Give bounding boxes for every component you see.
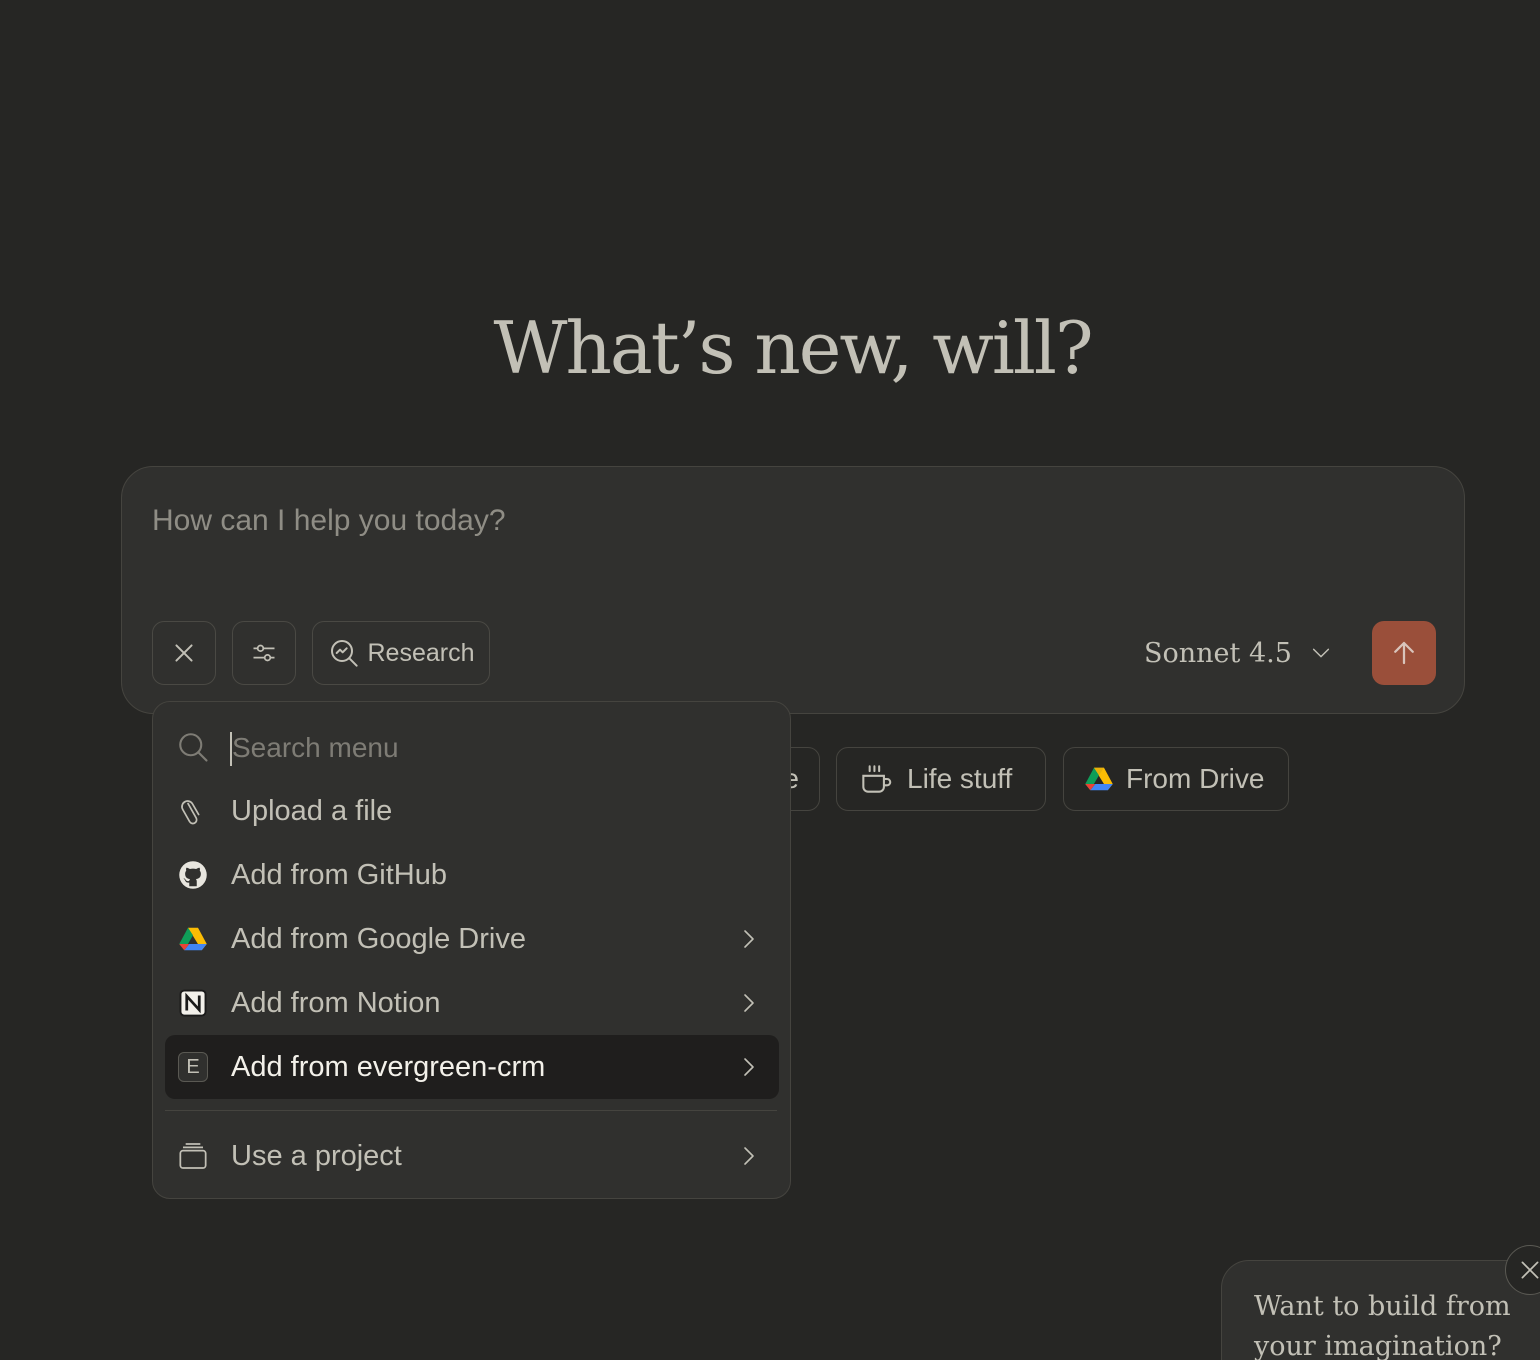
paperclip-icon: [177, 795, 209, 827]
github-icon: [177, 859, 209, 891]
menu-item-use-project[interactable]: Use a project: [165, 1124, 779, 1188]
close-icon: [175, 644, 193, 662]
menu-item-label: Add from Google Drive: [231, 923, 526, 955]
menu-item-notion[interactable]: Add from Notion: [165, 971, 779, 1035]
menu-item-google-drive[interactable]: Add from Google Drive: [165, 907, 779, 971]
e-badge: E: [178, 1052, 208, 1082]
menu-item-label: Upload a file: [231, 795, 393, 827]
e-badge-icon: E: [177, 1051, 209, 1083]
sliders-icon: [253, 644, 275, 662]
send-button[interactable]: [1372, 621, 1436, 685]
page: What’s new, will? How can I help you tod…: [0, 0, 1540, 1360]
notion-icon: [177, 987, 209, 1019]
research-icon: [330, 640, 358, 667]
close-tools-button[interactable]: [152, 621, 216, 685]
chevron-right-icon: [744, 1147, 754, 1165]
menu-divider: [165, 1110, 777, 1111]
search-icon: [179, 733, 208, 762]
chip-label: Life stuff: [907, 763, 1013, 794]
research-label: Research: [367, 638, 475, 667]
chevron-right-icon: [744, 994, 754, 1012]
promo-text: Want to build from your imagination?: [1254, 1291, 1511, 1360]
menu-search[interactable]: [175, 724, 765, 772]
google-drive-icon: [1085, 767, 1113, 791]
menu-item-label: Add from Notion: [231, 987, 441, 1019]
project-box-icon: [177, 1140, 209, 1172]
greeting-heading: What’s new, will?: [493, 306, 1093, 390]
suggestion-chip-from-drive[interactable]: From Drive: [1063, 747, 1289, 811]
promo-card[interactable]: Want to build from your imagination?: [1221, 1260, 1540, 1360]
menu-item-label: Add from GitHub: [231, 859, 447, 891]
suggestion-chip-life-stuff[interactable]: Life stuff: [836, 747, 1046, 811]
message-input[interactable]: How can I help you today?: [152, 499, 1352, 543]
chevron-right-icon: [744, 1058, 754, 1076]
arrow-up-icon: [1394, 641, 1414, 665]
chevron-right-icon: [744, 930, 754, 948]
coffee-cup-icon: [862, 765, 892, 793]
menu-item-github[interactable]: Add from GitHub: [165, 843, 779, 907]
model-selector[interactable]: Sonnet 4.5: [1144, 625, 1332, 681]
research-button[interactable]: Research: [312, 621, 490, 685]
settings-sliders-button[interactable]: [232, 621, 296, 685]
menu-item-label: Add from evergreen-crm: [231, 1051, 546, 1083]
close-icon: [1521, 1261, 1539, 1279]
menu-search-input[interactable]: [230, 724, 734, 772]
model-name: Sonnet 4.5: [1144, 637, 1292, 669]
chevron-down-icon: [1312, 648, 1329, 658]
google-drive-icon: [177, 923, 209, 955]
composer: How can I help you today? Research Sonne…: [121, 466, 1465, 714]
text-caret: [230, 732, 232, 766]
chip-label: From Drive: [1126, 763, 1265, 794]
attach-menu: Upload a file Add from GitHub Add fr: [152, 701, 791, 1199]
menu-item-upload-file[interactable]: Upload a file: [165, 779, 779, 843]
menu-item-evergreen-crm[interactable]: E Add from evergreen-crm: [165, 1035, 779, 1099]
menu-item-label: Use a project: [231, 1140, 402, 1172]
